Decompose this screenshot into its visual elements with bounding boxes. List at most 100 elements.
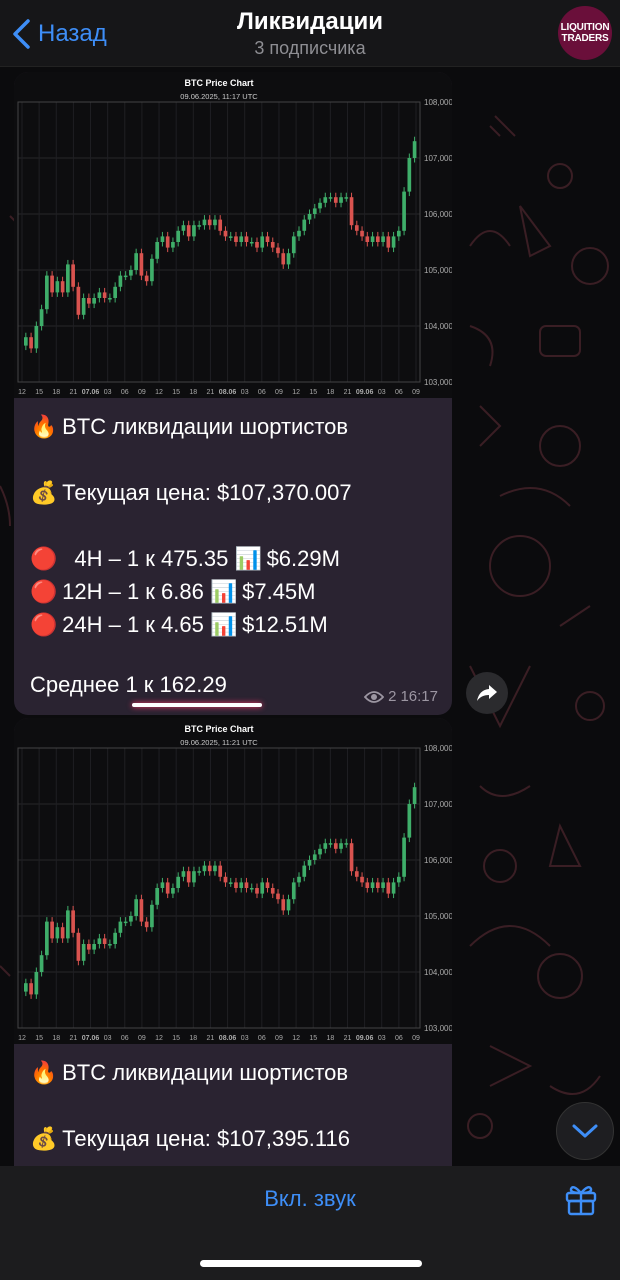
candle-body: [323, 197, 328, 203]
candle-body: [81, 944, 86, 961]
candle-body: [24, 337, 28, 346]
x-tick-label: 12: [155, 389, 163, 396]
candle-body: [160, 882, 165, 888]
x-tick-label: 07.06: [82, 1035, 100, 1042]
candle-body: [333, 843, 338, 849]
x-tick-label: 21: [207, 1035, 215, 1042]
x-tick-label: 09: [275, 1035, 283, 1042]
message-time: 16:17: [400, 688, 438, 705]
candle-body: [118, 275, 123, 287]
candle-body: [297, 876, 301, 883]
x-tick-label: 09: [275, 389, 283, 396]
candle-body: [50, 275, 54, 293]
x-tick-label: 06: [121, 389, 129, 396]
x-tick-label: 12: [18, 1035, 26, 1042]
candle-body: [213, 219, 217, 226]
candle-body: [255, 242, 259, 248]
candle-body: [150, 258, 154, 282]
btc-price-chart-image[interactable]: 108,000 107,000 106,000 105,000 104,000 103,0…: [14, 72, 452, 398]
chevron-down-icon: [572, 1124, 598, 1138]
candle-body: [76, 932, 81, 961]
bar-chart-icon: 📊: [209, 612, 238, 637]
x-tick-label: 12: [155, 1035, 163, 1042]
channel-avatar[interactable]: LIQUITION TRADERS: [558, 6, 612, 60]
y-tick-label: 104,000: [424, 968, 452, 977]
message-line-4h: 🔴 4H – 1 к 475.35 📊 $6.29M: [30, 542, 436, 575]
chart-timestamp: 09.06.2025, 11:17 UTC: [180, 92, 258, 101]
candle-body: [312, 854, 317, 860]
candle-body: [113, 932, 117, 944]
candle-body: [92, 944, 96, 950]
candle-body: [97, 292, 102, 298]
candle-body: [134, 899, 138, 916]
x-tick-label: 21: [69, 1035, 77, 1042]
scroll-to-bottom-button[interactable]: [556, 1102, 614, 1160]
x-tick-label: 12: [292, 1035, 300, 1042]
candle-body: [165, 236, 170, 248]
candle-body: [144, 275, 149, 282]
candle-body: [349, 843, 354, 872]
x-tick-label: 15: [172, 389, 180, 396]
candle-body: [39, 309, 44, 326]
bar-chart-icon: 📊: [234, 546, 262, 571]
candle-body: [97, 938, 102, 944]
unmute-button[interactable]: Вкл. звук: [0, 1186, 620, 1212]
message-line-title: 🔥 BTC ликвидации шортистов: [30, 410, 436, 443]
chart-title: BTC Price Chart: [184, 724, 253, 734]
y-tick-label: 106,000: [424, 856, 452, 865]
share-button[interactable]: [466, 672, 508, 714]
candle-body: [349, 197, 354, 226]
highlight-underline: [132, 703, 262, 707]
candle-body: [118, 921, 123, 933]
x-tick-label: 06: [121, 1035, 129, 1042]
candle-body: [286, 253, 291, 265]
candle-body: [396, 876, 401, 883]
y-tick-label: 107,000: [424, 154, 452, 163]
candle-body: [370, 882, 375, 888]
x-tick-label: 09: [138, 389, 146, 396]
candle-body: [218, 219, 223, 231]
candle-body: [108, 944, 112, 946]
avatar-text-line2: TRADERS: [561, 33, 609, 44]
home-indicator: [200, 1260, 422, 1267]
candle-body: [213, 865, 217, 872]
candle-body: [381, 882, 385, 888]
candle-body: [307, 860, 312, 866]
money-bag-icon: 💰: [30, 480, 58, 505]
candle-body: [402, 191, 406, 231]
candle-body: [113, 286, 117, 298]
candle-body: [396, 230, 401, 237]
x-tick-label: 18: [52, 1035, 60, 1042]
candle-body: [50, 921, 54, 939]
btc-price-chart-image[interactable]: 108,000 107,000 106,000 105,000 104,000 103,0…: [14, 718, 452, 1044]
share-arrow-icon: [477, 685, 497, 701]
candle-body: [123, 921, 128, 924]
candle-body: [102, 938, 107, 944]
x-tick-label: 09: [138, 1035, 146, 1042]
message-bubble[interactable]: 108,000 107,000 106,000 105,000 104,000 103,0…: [14, 718, 452, 1168]
candle-body: [286, 899, 291, 911]
candle-body: [307, 214, 312, 220]
candle-body: [407, 158, 412, 192]
candle-body: [365, 236, 370, 242]
candle-body: [71, 910, 75, 933]
candle-body: [144, 921, 149, 928]
candle-body: [354, 871, 359, 877]
message-bubble[interactable]: 108,000 107,000 106,000 105,000 104,000 103,0…: [14, 72, 452, 715]
chat-title[interactable]: Ликвидации: [0, 8, 620, 36]
candle-body: [66, 264, 70, 293]
candle-body: [281, 253, 286, 265]
candle-body: [249, 242, 254, 244]
candle-body: [297, 230, 301, 237]
gift-icon[interactable]: [564, 1182, 598, 1216]
candle-body: [260, 236, 265, 248]
y-tick-label: 106,000: [424, 210, 452, 219]
candle-body: [244, 882, 249, 888]
candle-body: [260, 882, 265, 894]
candle-body: [281, 899, 286, 911]
candle-body: [165, 882, 170, 894]
candle-body: [134, 253, 138, 270]
x-tick-label: 08.06: [219, 1035, 237, 1042]
message-line-price: 💰 Текущая цена: $107,395.116: [30, 1122, 436, 1155]
candle-body: [291, 236, 296, 254]
